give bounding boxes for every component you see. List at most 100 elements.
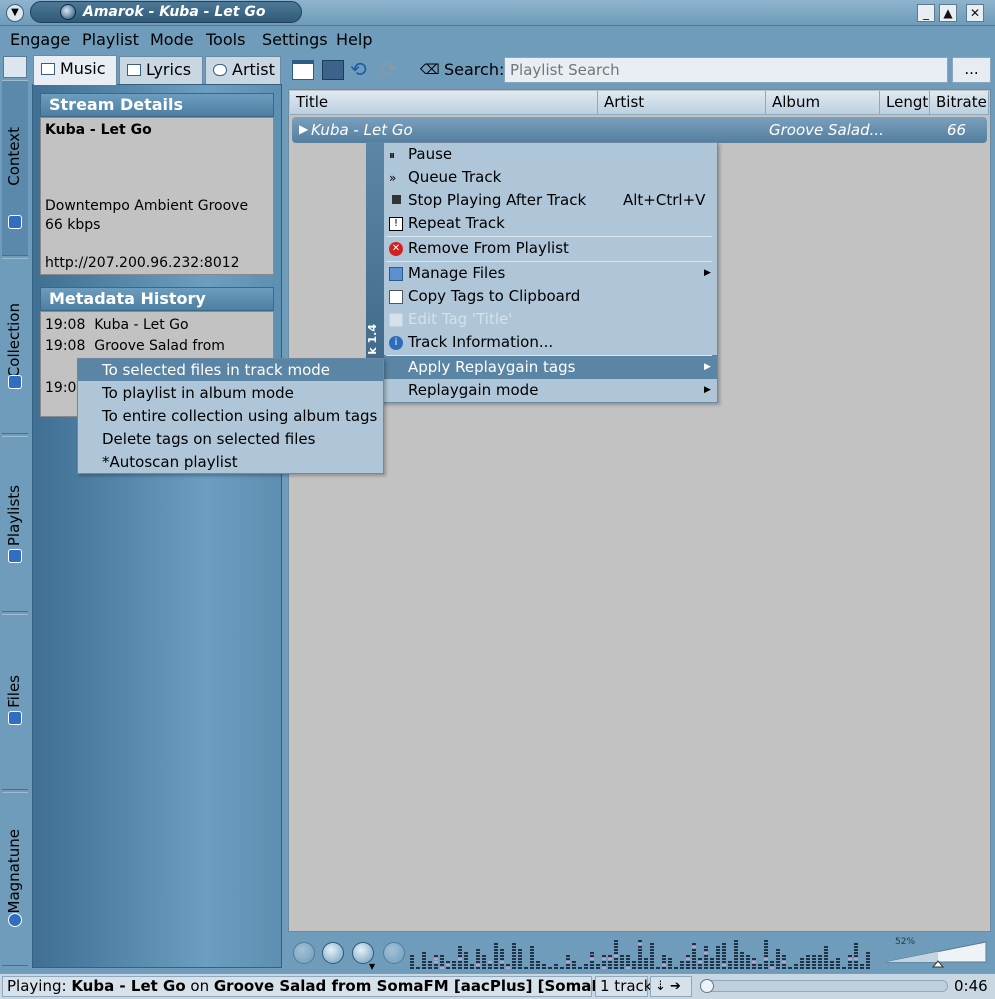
- maximize-button[interactable]: ▲: [939, 4, 957, 22]
- analyzer-bar: [824, 955, 828, 957]
- table-row[interactable]: ▶ Kuba - Let Go Groove Salad... 66: [292, 117, 987, 143]
- column-bitrate[interactable]: Bitrate: [930, 91, 989, 115]
- analyzer-bar: [572, 964, 576, 966]
- menu-item-pause[interactable]: Pause: [408, 145, 452, 163]
- menu-playlist[interactable]: Playlist: [82, 30, 139, 49]
- search-options-button[interactable]: ...: [952, 57, 991, 83]
- window-menu-button[interactable]: ▼: [6, 4, 24, 22]
- analyzer-bar: [410, 958, 414, 960]
- analyzer-bar: [530, 949, 534, 951]
- analyzer-bar: [422, 961, 426, 963]
- sidebar-tab-magnatune[interactable]: Magnatune: [2, 792, 28, 966]
- analyzer-bar: [434, 967, 438, 969]
- tab-music[interactable]: Music: [33, 55, 117, 85]
- menu-item-replaygain-mode[interactable]: Replaygain mode: [408, 381, 538, 399]
- analyzer-bar: [512, 964, 516, 966]
- column-artist[interactable]: Artist: [598, 91, 766, 115]
- menu-item-track-information[interactable]: Track Information...: [408, 333, 553, 351]
- analyzer-bar: [410, 955, 414, 957]
- analyzer-bar: [680, 967, 684, 969]
- analyzer-bar: [506, 967, 510, 969]
- analyzer-bar: [818, 958, 822, 960]
- analyzer-bar: [674, 967, 678, 969]
- analyzer-bar: [650, 946, 654, 948]
- analyzer-bar: [764, 949, 768, 951]
- analyzer-bar: [530, 958, 534, 960]
- menu-item-queue-track[interactable]: Queue Track: [408, 168, 501, 186]
- analyzer-bar: [704, 961, 708, 963]
- analyzer-bar: [608, 964, 612, 966]
- submenu-item-delete-tags[interactable]: Delete tags on selected files: [102, 430, 315, 448]
- menu-item-apply-replaygain[interactable]: Apply Replaygain tags: [408, 358, 575, 376]
- clear-search-icon[interactable]: ⌫: [420, 60, 440, 80]
- analyzer-bar: [854, 967, 858, 969]
- analyzer-bar: [686, 958, 690, 960]
- analyzer-bar: [494, 955, 498, 957]
- column-title[interactable]: Title: [290, 91, 598, 115]
- next-button[interactable]: [383, 942, 405, 964]
- analyzer-bar: [740, 961, 744, 963]
- minimize-button[interactable]: _: [917, 4, 935, 22]
- tab-lyrics[interactable]: Lyrics: [119, 56, 203, 84]
- analyzer-bar: [446, 961, 450, 963]
- analyzer-bar: [782, 955, 786, 957]
- analyzer-bar: [434, 955, 438, 957]
- submenu-item-playlist-album-mode[interactable]: To playlist in album mode: [102, 384, 294, 402]
- menu-item-manage-files[interactable]: Manage Files: [408, 264, 505, 282]
- menu-settings[interactable]: Settings: [262, 30, 328, 49]
- position-knob[interactable]: [700, 979, 714, 993]
- undo-icon[interactable]: ⟲: [350, 59, 372, 80]
- analyzer-bar: [794, 964, 798, 966]
- spectrum-analyzer[interactable]: [410, 936, 876, 970]
- pause-button[interactable]: [322, 942, 344, 964]
- analyzer-bar: [626, 967, 630, 969]
- analyzer-bar: [500, 961, 504, 963]
- analyzer-bar: [650, 955, 654, 957]
- wand-icon[interactable]: [3, 56, 27, 78]
- sidebar-tab-files[interactable]: Files: [2, 614, 28, 790]
- analyzer-bar: [746, 967, 750, 969]
- column-length[interactable]: Length: [880, 91, 930, 115]
- menu-item-repeat-track[interactable]: Repeat Track: [408, 214, 505, 232]
- queue-controls[interactable]: ⇣ ➔: [650, 976, 692, 997]
- analyzer-bar: [638, 949, 642, 951]
- analyzer-bar: [518, 958, 522, 960]
- analyzer-bar: [776, 967, 780, 969]
- menu-help[interactable]: Help: [336, 30, 372, 49]
- close-button[interactable]: ✕: [966, 4, 984, 22]
- stream-url[interactable]: http://207.200.96.232:8012: [45, 254, 269, 273]
- analyzer-bar: [692, 961, 696, 963]
- submenu-item-autoscan[interactable]: *Autoscan playlist: [102, 453, 238, 471]
- analyzer-bar: [692, 964, 696, 966]
- analyzer-bar: [716, 955, 720, 957]
- menu-item-copy-tags[interactable]: Copy Tags to Clipboard: [408, 287, 580, 305]
- analyzer-bar: [530, 967, 534, 969]
- menu-engage[interactable]: Engage: [10, 30, 70, 49]
- stop-menu-arrow-icon[interactable]: ▼: [369, 962, 375, 971]
- analyzer-bar: [638, 961, 642, 963]
- sidebar-tab-context[interactable]: Context: [2, 80, 28, 256]
- analyzer-bar: [518, 955, 522, 957]
- column-album[interactable]: Album: [766, 91, 880, 115]
- sidebar-tab-playlists[interactable]: Playlists: [2, 436, 28, 612]
- analyzer-bar: [596, 964, 600, 966]
- analyzer-bar: [734, 955, 738, 957]
- redo-icon[interactable]: ⟳: [380, 59, 402, 80]
- position-slider[interactable]: [700, 980, 948, 992]
- previous-button[interactable]: [293, 942, 315, 964]
- menu-item-remove-from-playlist[interactable]: Remove From Playlist: [408, 239, 569, 257]
- menu-item-stop-after-track[interactable]: Stop Playing After Track: [408, 191, 586, 209]
- menu-mode[interactable]: Mode: [150, 30, 194, 49]
- save-icon[interactable]: [322, 60, 344, 80]
- analyzer-bar: [566, 958, 570, 960]
- new-playlist-icon[interactable]: [292, 60, 314, 80]
- menu-tools[interactable]: Tools: [206, 30, 245, 49]
- search-input[interactable]: [504, 57, 948, 83]
- analyzer-bar: [836, 964, 840, 966]
- submenu-item-entire-collection[interactable]: To entire collection using album tags: [102, 407, 377, 425]
- sidebar-tab-collection[interactable]: Collection: [2, 258, 28, 434]
- tab-artist[interactable]: Artist: [205, 56, 281, 84]
- stop-button[interactable]: [352, 942, 374, 964]
- analyzer-bar: [566, 967, 570, 969]
- submenu-item-selected-track-mode[interactable]: To selected files in track mode: [102, 361, 330, 379]
